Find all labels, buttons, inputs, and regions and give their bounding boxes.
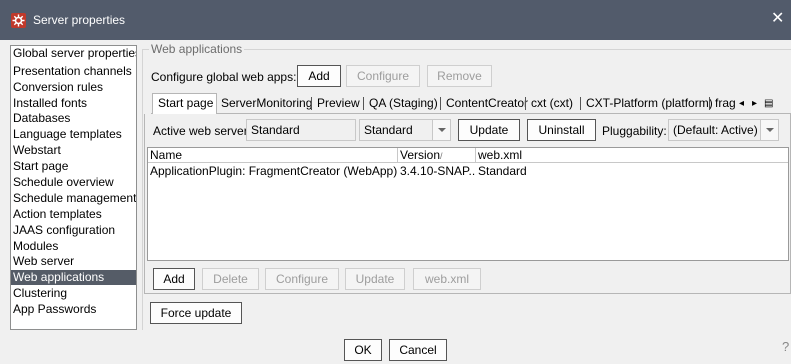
window-title: Server properties: [33, 13, 126, 27]
tab-qa-staging[interactable]: QA (Staging): [366, 94, 438, 113]
cell-webxml: Standard: [478, 164, 527, 178]
tab-preview[interactable]: Preview: [314, 94, 360, 113]
tab-separator: [580, 97, 581, 110]
column-header-version-label: Version: [400, 148, 441, 162]
tab-separator: [440, 97, 441, 110]
title-bar: Server properties ✕: [0, 0, 791, 40]
sidebar-item-schedule-management[interactable]: Schedule management: [11, 191, 136, 206]
tab-scroll-right-icon[interactable]: ▸: [752, 94, 757, 113]
uninstall-button[interactable]: Uninstall: [527, 119, 596, 141]
column-header-webxml[interactable]: web.xml: [476, 148, 788, 163]
group-title: Web applications: [149, 42, 245, 56]
tab-content-creator[interactable]: ContentCreator: [443, 94, 528, 113]
tab-start-page[interactable]: Start page: [152, 93, 217, 114]
sidebar-item-jaas-configuration[interactable]: JAAS configuration: [11, 223, 136, 238]
tab-scroll-left-icon[interactable]: ◂: [739, 94, 744, 113]
column-header-version[interactable]: Version /: [398, 148, 476, 163]
chevron-down-icon[interactable]: [432, 120, 450, 140]
chevron-down-icon[interactable]: [760, 120, 778, 140]
sort-indicator-icon: /: [440, 151, 443, 161]
tab-cxt[interactable]: cxt (cxt): [528, 94, 573, 113]
tab-list-menu-icon[interactable]: ▤: [764, 94, 773, 113]
tab-cxt-platform[interactable]: CXT-Platform (platform): [583, 94, 713, 113]
tab-separator: [525, 97, 526, 110]
tab-separator: [709, 97, 710, 110]
cell-version: 3.4.10-SNAP...: [400, 164, 476, 178]
add-webapp-button[interactable]: Add: [153, 268, 195, 290]
sidebar-item-webstart[interactable]: Webstart: [11, 143, 136, 158]
web-server-select[interactable]: Standard: [359, 119, 451, 141]
gear-icon: [11, 13, 26, 28]
tab-separator: [311, 97, 312, 110]
pluggability-select-value: (Default: Active): [673, 123, 758, 137]
pluggability-select[interactable]: (Default: Active): [668, 119, 779, 141]
sidebar-item-start-page[interactable]: Start page: [11, 159, 136, 174]
cell-name: ApplicationPlugin: FragmentCreator (WebA…: [150, 164, 398, 178]
sidebar-item-modules[interactable]: Modules: [11, 239, 136, 254]
column-header-name[interactable]: Name: [148, 148, 398, 163]
force-update-button[interactable]: Force update: [150, 302, 242, 324]
category-list[interactable]: Global server properties Presentation cha…: [10, 45, 137, 330]
configure-global-label: Configure global web apps:: [151, 70, 297, 84]
sidebar-item-action-templates[interactable]: Action templates: [11, 207, 136, 222]
webxml-button[interactable]: web.xml: [413, 268, 481, 290]
help-icon[interactable]: ?: [782, 339, 789, 354]
sidebar-item-app-passwords[interactable]: App Passwords: [11, 302, 136, 317]
sidebar-item-databases[interactable]: Databases: [11, 111, 136, 126]
tab-separator: [363, 97, 364, 110]
tab-server-monitoring[interactable]: ServerMonitoring: [218, 94, 312, 113]
update-webapp-button[interactable]: Update: [345, 268, 405, 290]
sidebar-item-conversion-rules[interactable]: Conversion rules: [11, 80, 136, 95]
active-web-server-label: Active web server:: [153, 124, 252, 138]
web-apps-table[interactable]: Name Version / web.xml ApplicationPlugin…: [147, 147, 789, 261]
sidebar-item-presentation-channels[interactable]: Presentation channels: [11, 64, 136, 79]
web-server-select-value: Standard: [364, 123, 413, 137]
update-web-server-button[interactable]: Update: [458, 119, 520, 141]
delete-webapp-button[interactable]: Delete: [202, 268, 259, 290]
sidebar-item-language-templates[interactable]: Language templates: [11, 127, 136, 142]
add-global-app-button[interactable]: Add: [297, 65, 341, 87]
close-icon[interactable]: ✕: [771, 10, 784, 28]
sidebar-item-web-server[interactable]: Web server: [11, 254, 136, 269]
configure-webapp-button[interactable]: Configure: [265, 268, 339, 290]
tab-strip: Start page ServerMonitoring Preview QA (…: [151, 93, 791, 114]
sidebar-item-clustering[interactable]: Clustering: [11, 286, 136, 301]
remove-global-app-button[interactable]: Remove: [427, 65, 492, 87]
sidebar-item-installed-fonts[interactable]: Installed fonts: [11, 96, 136, 111]
ok-button[interactable]: OK: [344, 339, 382, 361]
sidebar-item-schedule-overview[interactable]: Schedule overview: [11, 175, 136, 190]
cancel-button[interactable]: Cancel: [389, 339, 447, 361]
tab-fragment[interactable]: fragı: [712, 94, 736, 113]
sidebar-item-global-server-properties[interactable]: Global server properties: [11, 46, 136, 61]
pluggability-label: Pluggability:: [602, 124, 667, 138]
configure-global-app-button[interactable]: Configure: [346, 65, 420, 87]
sidebar-item-web-applications[interactable]: Web applications: [11, 270, 136, 285]
active-web-server-field[interactable]: Standard: [246, 119, 356, 141]
